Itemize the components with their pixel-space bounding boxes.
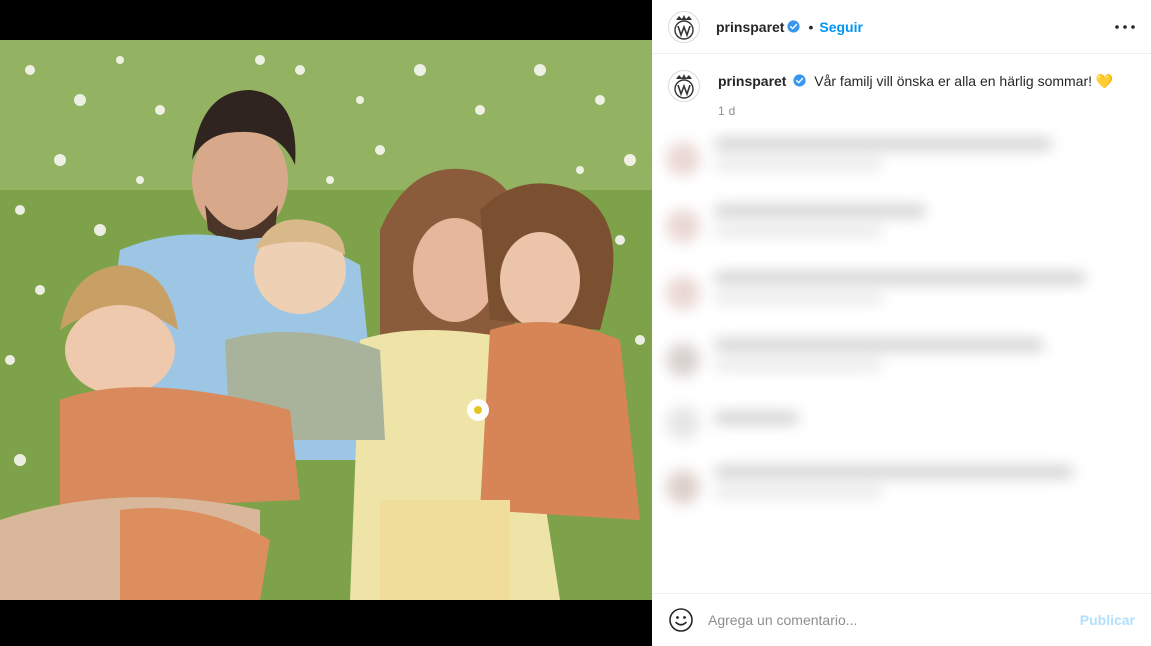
caption-body: prinsparet Vår familj vill önska er alla… xyxy=(718,70,1113,120)
family-photo-illustration xyxy=(0,40,652,600)
comment-row xyxy=(666,406,1137,440)
comment-row xyxy=(666,339,1137,380)
comment-avatar xyxy=(666,469,700,504)
comment-avatar xyxy=(666,342,700,377)
comment-avatar xyxy=(666,275,700,310)
post-side-panel: prinsparet • Seguir prinsparet Vår famil… xyxy=(652,0,1151,646)
caption-text: Vår familj vill önska er alla en härlig … xyxy=(814,73,1114,89)
comments-list-blurred xyxy=(652,128,1151,588)
post-photo[interactable] xyxy=(0,40,652,600)
account-avatar[interactable] xyxy=(668,10,700,43)
separator-dot: • xyxy=(808,18,814,35)
follow-button[interactable]: Seguir xyxy=(819,19,863,35)
comment-avatar xyxy=(666,406,700,440)
publish-button[interactable]: Publicar xyxy=(1080,612,1135,628)
emoji-icon[interactable] xyxy=(668,607,694,633)
caption-avatar[interactable] xyxy=(668,70,700,102)
username[interactable]: prinsparet xyxy=(716,19,784,35)
comment-row xyxy=(666,205,1137,246)
post-caption: prinsparet Vår familj vill önska er alla… xyxy=(652,54,1151,120)
post-timestamp[interactable]: 1 d xyxy=(718,102,1113,120)
more-options-icon xyxy=(1115,24,1135,29)
comment-avatar xyxy=(666,141,700,176)
comment-avatar xyxy=(666,208,700,243)
more-options-button[interactable] xyxy=(1113,15,1137,39)
comment-composer: Publicar xyxy=(652,593,1151,646)
media-pane xyxy=(0,0,652,646)
caption-username[interactable]: prinsparet xyxy=(718,73,786,89)
comment-input[interactable] xyxy=(708,612,1080,628)
monogram-crest-icon xyxy=(674,14,694,40)
post-header: prinsparet • Seguir xyxy=(652,0,1151,54)
comment-row xyxy=(666,138,1137,179)
comment-row xyxy=(666,466,1137,507)
verified-badge-icon xyxy=(787,20,801,33)
comment-row xyxy=(666,272,1137,313)
monogram-crest-icon xyxy=(674,74,694,99)
verified-badge-icon xyxy=(793,74,806,87)
